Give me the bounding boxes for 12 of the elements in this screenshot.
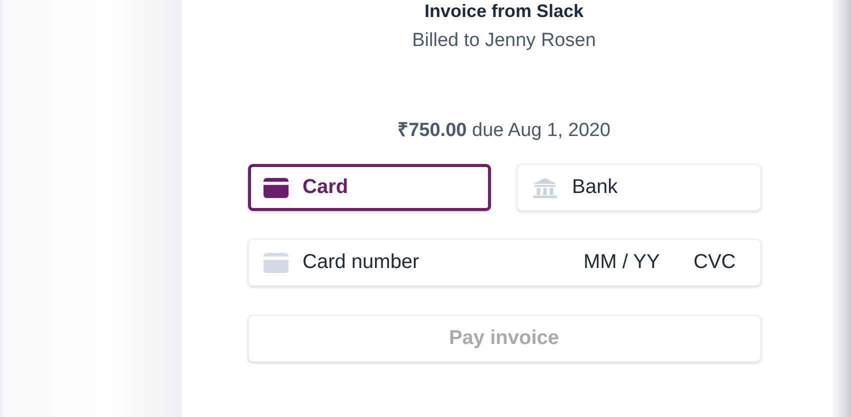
billed-to-text: Billed to Jenny Rosen: [412, 30, 596, 52]
expiry-input[interactable]: MM / YY: [584, 251, 680, 274]
payment-method-tab[interactable]: Card: [248, 164, 491, 211]
payment-method-tab[interactable]: Bank: [517, 164, 760, 211]
card-number-input[interactable]: Card number: [302, 251, 570, 274]
cvc-input[interactable]: CVC: [694, 251, 746, 274]
bank-icon: [532, 178, 558, 198]
invoice-title: Invoice from Slack: [424, 0, 584, 22]
card-details-field[interactable]: Card number MM / YY CVC: [248, 239, 760, 286]
card-icon: [262, 178, 288, 198]
amount-due-text: ₹750.00 due Aug 1, 2020: [398, 119, 610, 142]
card-icon: [262, 252, 288, 272]
